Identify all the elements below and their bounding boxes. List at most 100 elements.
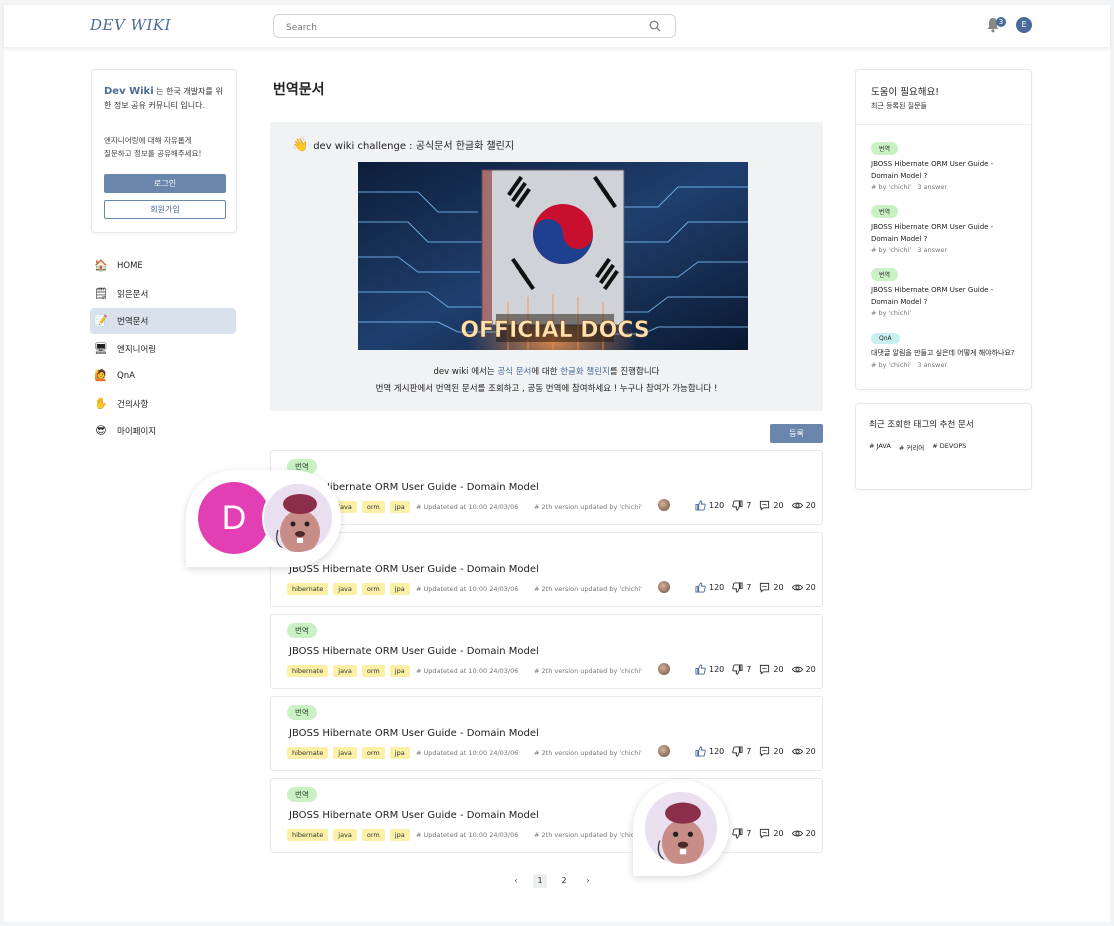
post-title[interactable]: JBOSS Hibernate ORM User Guide - Domain … — [289, 810, 539, 821]
comment-button[interactable]: 20 — [759, 582, 784, 593]
question-item[interactable]: 번역 JBOSS Hibernate ORM User Guide - Domai… — [871, 199, 1021, 254]
page-number[interactable]: 2 — [557, 874, 571, 888]
post-tag[interactable]: java — [333, 583, 357, 595]
question-item[interactable]: QnA 대댓글 알림을 만들고 싶은데 어떻게 해야하나요? # by 'chich… — [871, 325, 1021, 369]
thumbs-up-icon — [695, 582, 709, 593]
beaver-character-icon — [645, 792, 717, 864]
eye-icon — [791, 664, 806, 675]
like-button[interactable]: 120 — [695, 664, 724, 675]
sidebar-item[interactable]: ✋ 건의사항 — [90, 391, 236, 417]
logo[interactable]: DEV WIKI — [90, 16, 171, 34]
like-button[interactable]: 120 — [695, 500, 724, 511]
post-tags: hibernate javaormjpa — [287, 665, 410, 677]
post-tag[interactable]: orm — [361, 747, 385, 759]
post-tag[interactable]: orm — [361, 665, 385, 677]
post-tag[interactable]: hibernate — [287, 583, 329, 595]
post-tag[interactable]: java — [333, 829, 357, 841]
comment-button[interactable]: 20 — [759, 500, 784, 511]
post-stats: 120 7 20 20 — [695, 500, 824, 511]
post-card[interactable]: 번역JBOSS Hibernate ORM User Guide - Domai… — [270, 778, 823, 853]
question-title[interactable]: JBOSS Hibernate ORM User Guide - Domain … — [871, 285, 1021, 308]
recommend-tags: # JAVA # 커리어 # DEVOPS — [869, 442, 966, 452]
comment-button[interactable]: 20 — [759, 664, 784, 675]
question-item[interactable]: 번역 JBOSS Hibernate ORM User Guide - Domai… — [871, 262, 1021, 317]
post-tag[interactable]: hibernate — [287, 665, 329, 677]
post-title[interactable]: JBOSS Hibernate ORM User Guide - Domain … — [289, 728, 539, 739]
person-raising-hand-icon: 🙋 — [94, 369, 108, 382]
dislike-button[interactable]: 7 — [732, 500, 751, 511]
author-avatar[interactable] — [658, 663, 670, 675]
like-button[interactable]: 120 — [695, 582, 724, 593]
sidebar-item[interactable]: 🙋 QnA — [90, 363, 236, 389]
post-tag[interactable]: jpa — [389, 501, 410, 513]
post-tag[interactable]: java — [333, 665, 357, 677]
author-avatar[interactable] — [658, 581, 670, 593]
dislike-button[interactable]: 7 — [732, 664, 751, 675]
question-item[interactable]: 번역 JBOSS Hibernate ORM User Guide - Domai… — [871, 136, 1021, 191]
post-card[interactable]: 번역JBOSS Hibernate ORM User Guide - Domai… — [270, 696, 823, 771]
sidebar-item[interactable]: 🏠 HOME — [90, 253, 236, 279]
dislike-button[interactable]: 7 — [732, 582, 751, 593]
page-number[interactable]: 1 — [533, 874, 547, 888]
post-tag[interactable]: hibernate — [287, 747, 329, 759]
help-title: 도움이 필요해요! — [871, 87, 940, 98]
views: 20 — [791, 582, 816, 593]
sidebar-item[interactable]: 🗒 읽은문서 — [90, 281, 236, 307]
comment-button[interactable]: 20 — [759, 828, 784, 839]
login-button[interactable]: 로그인 — [104, 174, 226, 193]
post-tag[interactable]: hibernate — [287, 829, 329, 841]
recommend-tag[interactable]: # 커리어 — [899, 442, 924, 452]
challenge-link[interactable]: 한글화 챌린지 — [560, 367, 610, 377]
banner-line-2: 번역 게시판에서 번역된 문서를 조회하고 , 공동 번역에 참여하세요 ! 누… — [375, 384, 718, 394]
post-tag[interactable]: jpa — [389, 829, 410, 841]
author-avatar[interactable] — [658, 745, 670, 757]
like-count: 120 — [709, 665, 725, 674]
search-icon[interactable] — [649, 20, 661, 32]
author-avatar[interactable] — [658, 499, 670, 511]
pagination: ‹ 1 2 › — [509, 874, 595, 888]
post-card[interactable]: 번역JBOSS Hibernate ORM User Guide - Domai… — [270, 614, 823, 689]
post-card[interactable]: 번역JBOSS Hibernate ORM User Guide - Domai… — [270, 532, 823, 607]
post-title[interactable]: JBOSS Hibernate ORM User Guide - Domain … — [289, 646, 539, 657]
signup-button[interactable]: 회원가입 — [104, 200, 226, 219]
post-updated: # Updateted at 10:00 24/03/06 — [416, 585, 519, 593]
dislike-button[interactable]: 7 — [732, 828, 751, 839]
post-tag[interactable]: jpa — [389, 665, 410, 677]
question-title[interactable]: JBOSS Hibernate ORM User Guide - Domain … — [871, 222, 1021, 245]
question-author: # by 'chichi' — [871, 183, 912, 191]
sidebar-item[interactable]: 😎 마이페이지 — [90, 418, 236, 444]
post-card[interactable]: 번역JBOSS Hibernate ORM User Guide - Domai… — [270, 450, 823, 525]
post-tag[interactable]: java — [333, 747, 357, 759]
top-bar: DEV WIKI 3 E — [4, 5, 1110, 47]
sidebar-item[interactable]: 🖥 엔지니어링 — [90, 336, 236, 362]
participant-avatar-beaver[interactable] — [643, 790, 719, 866]
register-button[interactable]: 등록 — [770, 424, 823, 443]
question-title[interactable]: JBOSS Hibernate ORM User Guide - Domain … — [871, 159, 1021, 182]
post-title[interactable]: JBOSS Hibernate ORM User Guide - Domain … — [289, 564, 539, 575]
post-tag[interactable]: orm — [361, 501, 385, 513]
post-tag[interactable]: jpa — [389, 583, 410, 595]
post-tag[interactable]: orm — [361, 829, 385, 841]
search-input[interactable] — [274, 17, 634, 39]
like-button[interactable]: 120 — [695, 746, 724, 757]
recommend-title: 최근 조회한 태그의 추천 문서 — [869, 420, 974, 430]
recommend-tag[interactable]: # JAVA — [869, 442, 891, 452]
post-tag[interactable]: jpa — [389, 747, 410, 759]
search-bar[interactable] — [273, 14, 676, 39]
question-meta: # by 'chichi' 3 answer — [871, 183, 1021, 191]
post-tag[interactable]: orm — [361, 583, 385, 595]
comment-button[interactable]: 20 — [759, 746, 784, 757]
recommend-tag[interactable]: # DEVOPS — [932, 442, 966, 452]
next-page-button[interactable]: › — [581, 874, 595, 888]
participant-avatar-beaver[interactable] — [262, 482, 334, 554]
post-version: # 2th version updated by 'chichi' — [534, 749, 642, 757]
sidebar-item[interactable]: 📝 번역문서 — [90, 308, 236, 334]
user-avatar[interactable]: E — [1016, 17, 1032, 33]
dislike-count: 7 — [746, 829, 752, 838]
official-docs-link[interactable]: 공식 문서 — [497, 367, 531, 377]
comment-count: 20 — [773, 665, 784, 674]
prev-page-button[interactable]: ‹ — [509, 874, 523, 888]
participant-avatar-d[interactable]: D — [198, 482, 270, 554]
question-title[interactable]: 대댓글 알림을 만들고 싶은데 어떻게 해야하나요? — [871, 348, 1021, 360]
dislike-button[interactable]: 7 — [732, 746, 751, 757]
